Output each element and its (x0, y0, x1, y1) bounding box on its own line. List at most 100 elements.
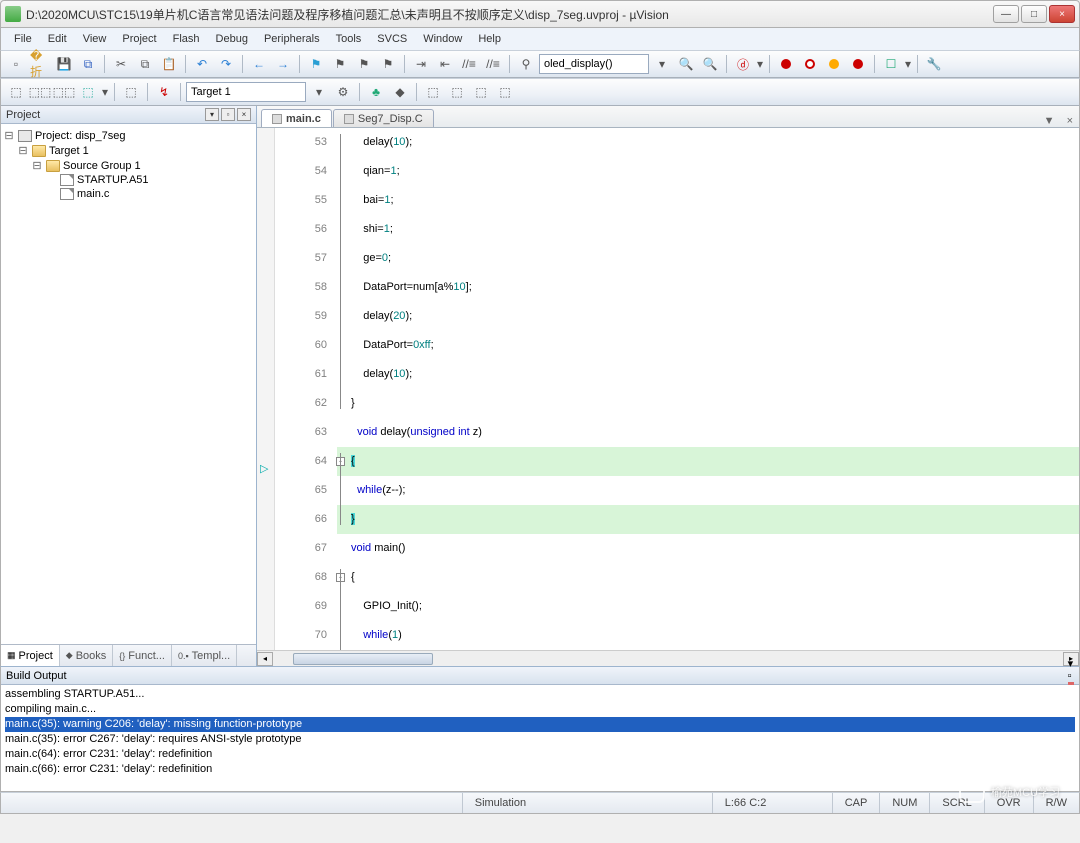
menu-tools[interactable]: Tools (329, 30, 369, 48)
build-output-panel: Build Output ▾ ▫ × assembling STARTUP.A5… (0, 666, 1080, 792)
debug-dropdown[interactable]: ▾ (756, 53, 764, 75)
breakpoint-disable-button[interactable] (823, 53, 845, 75)
tree-file-main[interactable]: main.c (77, 188, 109, 200)
configure-button[interactable]: 🔧 (923, 53, 945, 75)
window-title: D:\2020MCU\STC15\19单片机C语言常见语法问题及程序移植问题汇总… (26, 6, 993, 23)
tree-target[interactable]: Target 1 (49, 145, 89, 157)
panel-dropdown-button[interactable]: ▾ (205, 108, 219, 121)
menu-peripherals[interactable]: Peripherals (257, 30, 327, 48)
file-ext-button[interactable]: ⬚ (422, 81, 444, 103)
manage-components-button[interactable]: ◆ (389, 81, 411, 103)
menu-edit[interactable]: Edit (41, 30, 74, 48)
editor-tab-close[interactable]: × (1061, 115, 1079, 127)
menu-view[interactable]: View (76, 30, 114, 48)
project-tab-templ[interactable]: 0.▪Templ... (172, 645, 237, 666)
find-button[interactable]: ⚲ (515, 53, 537, 75)
app-icon (5, 6, 21, 22)
debug-button[interactable]: ⓓ (732, 53, 754, 75)
env-button[interactable]: ⬚ (470, 81, 492, 103)
target-options-button[interactable]: ⚙ (332, 81, 354, 103)
open-file-button[interactable]: �折 (29, 53, 51, 75)
project-tab-project[interactable]: ▦Project (1, 645, 60, 666)
books-button[interactable]: ⬚ (446, 81, 468, 103)
paste-button[interactable]: 📋 (158, 53, 180, 75)
code-editor[interactable]: ▷ 53545556575859606162636465666768697071… (257, 128, 1079, 650)
menu-svcs[interactable]: SVCS (370, 30, 414, 48)
pack-button[interactable]: ⬚ (494, 81, 516, 103)
copy-button[interactable]: ⧉ (134, 53, 156, 75)
target-dropdown[interactable]: ▾ (308, 81, 330, 103)
scroll-left-button[interactable]: ◂ (257, 652, 273, 666)
bookmark-next-button[interactable]: ⚑ (353, 53, 375, 75)
breakpoint-insert-button[interactable] (775, 53, 797, 75)
menu-bar: FileEditViewProjectFlashDebugPeripherals… (0, 28, 1080, 50)
nav-fwd-button[interactable]: → (272, 53, 294, 75)
save-button[interactable]: 💾 (53, 53, 75, 75)
download-button[interactable]: ↯ (153, 81, 175, 103)
undo-button[interactable]: ↶ (191, 53, 213, 75)
comment-button[interactable]: //≡ (458, 53, 480, 75)
editor-tabs: main.cSeg7_Disp.C ▼× (257, 106, 1079, 128)
close-button[interactable]: × (1049, 5, 1075, 23)
code-text[interactable]: delay(10); qian=1; bai=1; shi=1; ge=0; D… (335, 128, 1079, 650)
rebuild-button[interactable]: ⬚⬚ (53, 81, 75, 103)
menu-window[interactable]: Window (416, 30, 469, 48)
build-panel-pin[interactable]: ▫ (1068, 670, 1074, 682)
batch-dropdown[interactable]: ▾ (101, 81, 109, 103)
bookmark-button[interactable]: ⚑ (305, 53, 327, 75)
bookmark-prev-button[interactable]: ⚑ (329, 53, 351, 75)
tree-project[interactable]: Project: disp_7seg (35, 130, 126, 142)
status-caps: CAP (832, 793, 880, 813)
editor-tab-dropdown[interactable]: ▼ (1038, 115, 1061, 127)
redo-button[interactable]: ↷ (215, 53, 237, 75)
editor-tab-seg7_disp-c[interactable]: Seg7_Disp.C (333, 109, 434, 127)
menu-project[interactable]: Project (115, 30, 163, 48)
find-input[interactable] (539, 54, 649, 74)
outdent-button[interactable]: ⇤ (434, 53, 456, 75)
minimize-button[interactable]: — (993, 5, 1019, 23)
find-dropdown[interactable]: ▾ (651, 53, 673, 75)
manage-books-button[interactable]: ♣ (365, 81, 387, 103)
uncomment-button[interactable]: //≡ (482, 53, 504, 75)
menu-file[interactable]: File (7, 30, 39, 48)
project-tree[interactable]: ⊟Project: disp_7seg ⊟Target 1 ⊟Source Gr… (1, 124, 256, 644)
menu-flash[interactable]: Flash (166, 30, 207, 48)
translate-button[interactable]: ⬚ (5, 81, 27, 103)
build-panel-dropdown[interactable]: ▾ (1068, 657, 1074, 670)
editor-horizontal-scrollbar[interactable]: ◂ ▸ (257, 650, 1079, 666)
target-select[interactable] (186, 82, 306, 102)
panel-close-button[interactable]: × (237, 108, 251, 121)
scroll-thumb[interactable] (293, 653, 433, 665)
project-panel-tabs: ▦Project◆Books{}Funct...0.▪Templ... (1, 644, 256, 666)
cut-button[interactable]: ✂ (110, 53, 132, 75)
status-num: NUM (879, 793, 929, 813)
nav-back-button[interactable]: ← (248, 53, 270, 75)
batch-build-button[interactable]: ⬚ (77, 81, 99, 103)
toolbar-build: ⬚ ⬚⬚ ⬚⬚ ⬚ ▾ ⬚ ↯ ▾ ⚙ ♣ ◆ ⬚ ⬚ ⬚ ⬚ (0, 78, 1080, 106)
save-all-button[interactable]: ⧉ (77, 53, 99, 75)
build-output-text[interactable]: assembling STARTUP.A51...compiling main.… (1, 685, 1079, 791)
bookmark-clear-button[interactable]: ⚑ (377, 53, 399, 75)
editor-area: main.cSeg7_Disp.C ▼× ▷ 535455565758596061… (257, 106, 1079, 666)
toolbar-main: ▫ �折 💾 ⧉ ✂ ⧉ 📋 ↶ ↷ ← → ⚑ ⚑ ⚑ ⚑ ⇥ ⇤ //≡ /… (0, 50, 1080, 78)
breakpoint-kill-button[interactable] (847, 53, 869, 75)
incremental-find-button[interactable]: 🔍 (699, 53, 721, 75)
window-list-button[interactable]: ☐ (880, 53, 902, 75)
new-file-button[interactable]: ▫ (5, 53, 27, 75)
indent-button[interactable]: ⇥ (410, 53, 432, 75)
panel-pin-button[interactable]: ▫ (221, 108, 235, 121)
menu-debug[interactable]: Debug (209, 30, 255, 48)
find-in-files-button[interactable]: 🔍 (675, 53, 697, 75)
menu-help[interactable]: Help (471, 30, 508, 48)
breakpoint-enable-button[interactable] (799, 53, 821, 75)
build-button[interactable]: ⬚⬚ (29, 81, 51, 103)
stop-build-button[interactable]: ⬚ (120, 81, 142, 103)
breakpoint-gutter[interactable]: ▷ (257, 128, 275, 650)
maximize-button[interactable]: □ (1021, 5, 1047, 23)
tree-file-startup[interactable]: STARTUP.A51 (77, 174, 149, 186)
tree-group[interactable]: Source Group 1 (63, 160, 141, 172)
project-tab-books[interactable]: ◆Books (60, 645, 114, 666)
project-tab-funct[interactable]: {}Funct... (113, 645, 172, 666)
editor-tab-main-c[interactable]: main.c (261, 109, 332, 127)
window-list-dropdown[interactable]: ▾ (904, 53, 912, 75)
